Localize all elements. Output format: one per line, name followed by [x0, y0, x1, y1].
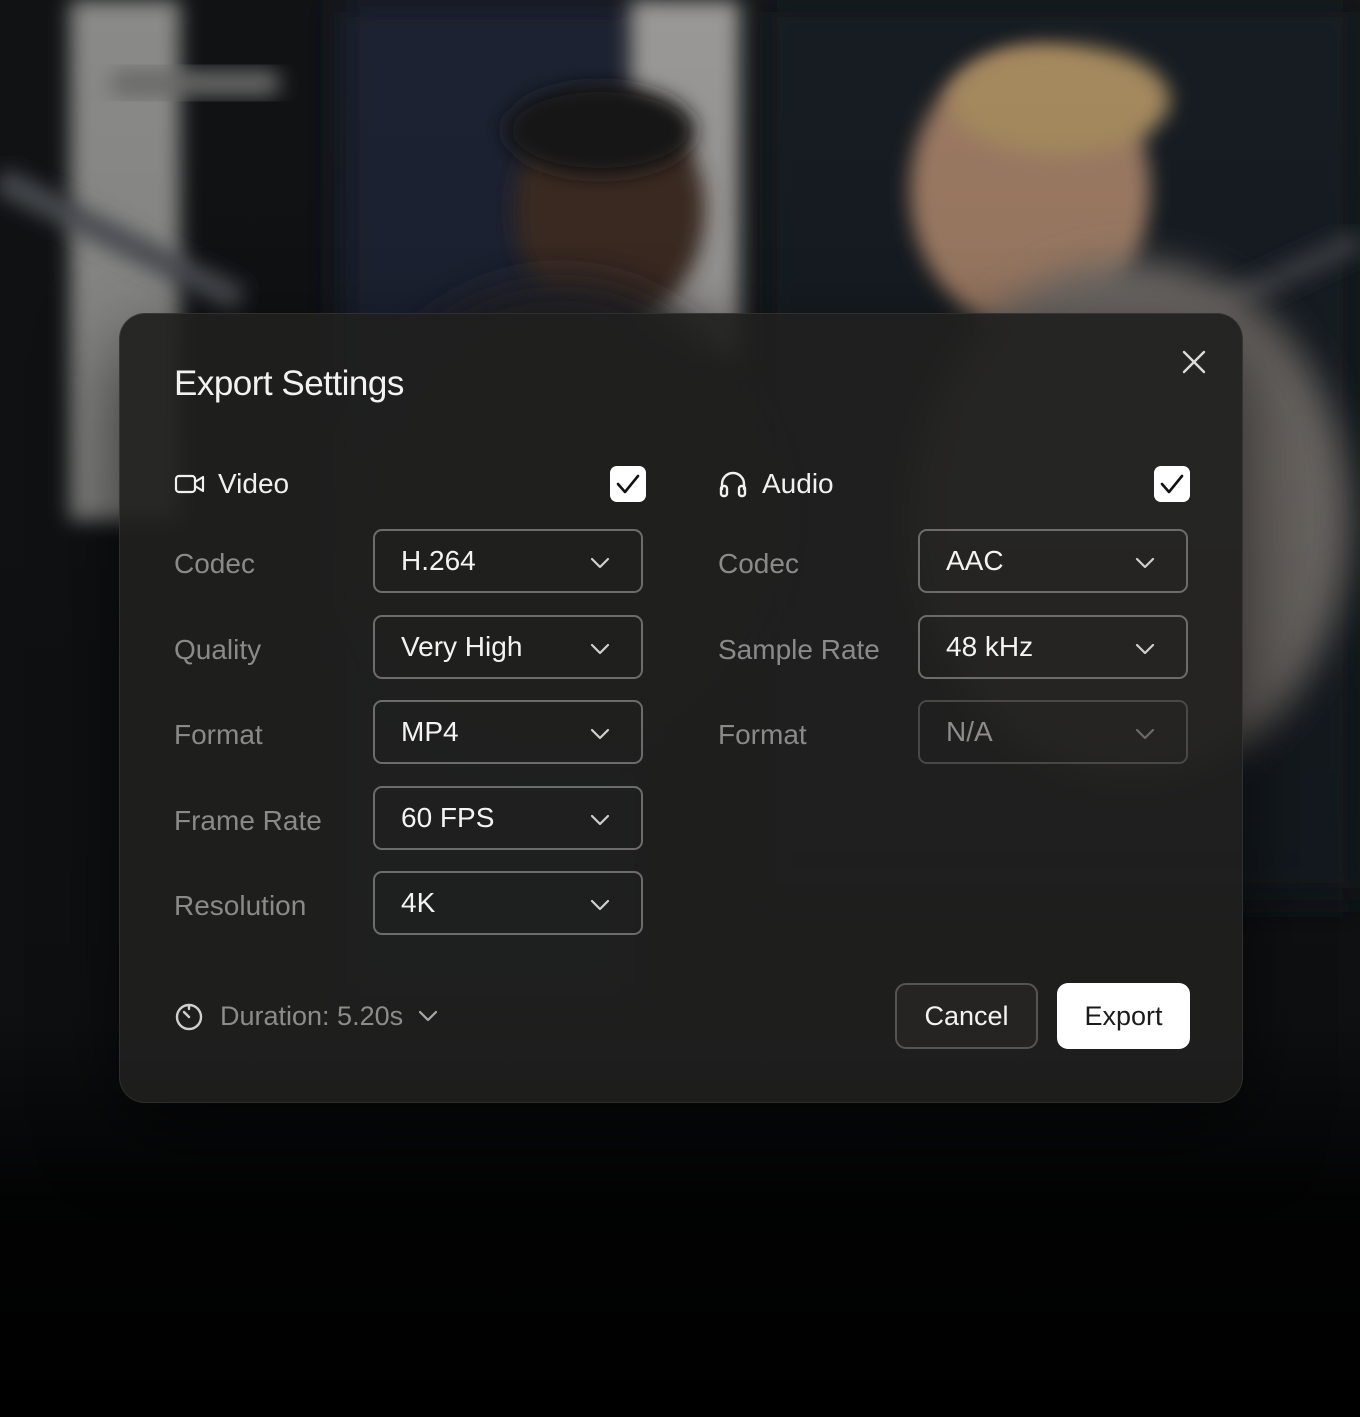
chevron-down-icon: [1135, 643, 1155, 655]
chevron-down-icon: [590, 728, 610, 740]
audio-format-select: N/A: [918, 700, 1188, 764]
audio-sample-rate-value: 48 kHz: [946, 631, 1034, 662]
video-frame-rate-label: Frame Rate: [174, 805, 322, 836]
video-enabled-checkbox[interactable]: [610, 466, 646, 502]
timer-icon: [174, 1000, 206, 1032]
video-codec-value: H.264: [401, 545, 476, 576]
audio-section-header: Audio: [718, 468, 834, 500]
audio-sample-rate-label: Sample Rate: [718, 634, 880, 665]
chevron-down-icon: [1135, 728, 1155, 740]
video-quality-value: Very High: [401, 631, 523, 662]
export-settings-dialog: Export Settings Video Codec H.264 Qualit…: [119, 313, 1243, 1103]
video-section-header: Video: [174, 468, 289, 500]
video-format-label: Format: [174, 719, 263, 750]
audio-sample-rate-select[interactable]: 48 kHz: [918, 615, 1188, 679]
video-resolution-value: 4K: [401, 887, 436, 918]
video-frame-rate-value: 60 FPS: [401, 802, 495, 833]
video-codec-select[interactable]: H.264: [373, 529, 643, 593]
checkmark-icon: [616, 474, 640, 494]
video-resolution-select[interactable]: 4K: [373, 871, 643, 935]
video-format-value: MP4: [401, 716, 459, 747]
chevron-down-icon: [1135, 557, 1155, 569]
video-section-title: Video: [218, 468, 290, 499]
video-codec-label: Codec: [174, 548, 255, 579]
video-quality-select[interactable]: Very High: [373, 615, 643, 679]
chevron-down-icon: [590, 899, 610, 911]
duration-label: Duration: 5.20s: [220, 1000, 404, 1031]
headphones-icon: [718, 468, 750, 500]
audio-codec-label: Codec: [718, 548, 799, 579]
audio-format-label: Format: [718, 719, 807, 750]
close-button[interactable]: [1176, 344, 1212, 380]
cancel-button[interactable]: Cancel: [895, 983, 1038, 1049]
close-icon: [1182, 350, 1206, 374]
chevron-down-icon: [590, 814, 610, 826]
chevron-down-icon: [417, 1006, 439, 1026]
audio-enabled-checkbox[interactable]: [1154, 466, 1190, 502]
video-quality-label: Quality: [174, 634, 262, 665]
video-frame-rate-select[interactable]: 60 FPS: [373, 786, 643, 850]
audio-section-title: Audio: [762, 468, 834, 499]
audio-format-value: N/A: [946, 716, 993, 747]
audio-codec-select[interactable]: AAC: [918, 529, 1188, 593]
chevron-down-icon: [590, 643, 610, 655]
export-button[interactable]: Export: [1057, 983, 1190, 1049]
audio-codec-value: AAC: [946, 545, 1004, 576]
dialog-title: Export Settings: [174, 364, 404, 403]
video-resolution-label: Resolution: [174, 890, 307, 921]
checkmark-icon: [1160, 474, 1184, 494]
video-camera-icon: [174, 468, 206, 500]
duration-toggle[interactable]: Duration: 5.20s: [174, 1000, 439, 1032]
chevron-down-icon: [590, 557, 610, 569]
video-format-select[interactable]: MP4: [373, 700, 643, 764]
